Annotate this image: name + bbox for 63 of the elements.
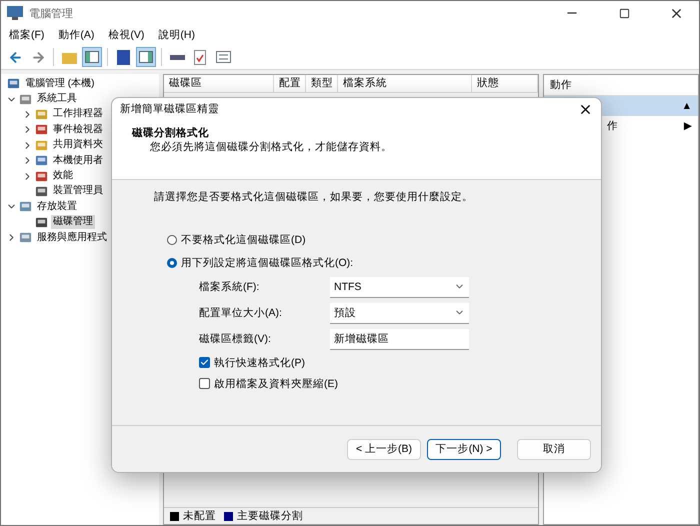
column-header[interactable]: 檔案系統: [338, 75, 472, 92]
dropdown[interactable]: 預設: [330, 302, 469, 324]
tree-node-icon: [35, 170, 48, 183]
dropdown[interactable]: NTFS: [330, 276, 469, 298]
dialog-button[interactable]: < 上一步(B): [347, 438, 421, 460]
tree-node-icon: [35, 108, 48, 121]
maximize-icon[interactable]: [618, 8, 630, 18]
tree-item[interactable]: 磁碟管理: [51, 215, 95, 230]
tree-node-icon: [35, 138, 48, 152]
radio-label: 用下列設定將這個磁碟區格式化(O):: [181, 256, 354, 270]
menu-item[interactable]: 檢視(V): [104, 28, 154, 42]
page-subtitle: 您必須先將這個磁碟分割格式化，才能儲存資料。: [149, 140, 393, 154]
radio-label: 不要格式化這個磁碟區(D): [181, 232, 306, 246]
document-check-icon[interactable]: [194, 50, 206, 64]
field-label: 磁碟區標籤(V):: [199, 332, 272, 346]
menu-item[interactable]: 說明(H): [154, 28, 205, 42]
checkbox[interactable]: [199, 357, 210, 368]
menu-item[interactable]: 檔案(F): [5, 28, 54, 42]
column-header[interactable]: 配置: [274, 75, 306, 92]
field-label: 檔案系統(F):: [199, 280, 260, 294]
tree-pane-icon[interactable]: [85, 51, 99, 63]
tree-item[interactable]: 工作排程器: [51, 107, 105, 122]
page-heading: 磁碟分割格式化: [132, 126, 210, 140]
dialog-button[interactable]: 取消: [517, 438, 591, 460]
tree-item[interactable]: 存放裝置: [35, 200, 79, 214]
menu-item[interactable]: 動作(A): [54, 28, 104, 42]
tree-item[interactable]: 共用資料夾: [51, 138, 105, 152]
tree-node-icon: [35, 216, 48, 229]
list-icon[interactable]: [216, 51, 230, 63]
legend-label: 未配置: [183, 509, 216, 523]
checkbox-label: 啟用檔案及資料夾壓縮(E): [214, 376, 338, 390]
tree-item[interactable]: 裝置管理員: [51, 184, 105, 198]
tree-node-icon: [19, 200, 32, 214]
tree-node-icon: [35, 123, 48, 136]
toolbar-button[interactable]: [136, 47, 156, 67]
checkbox[interactable]: [199, 378, 210, 389]
tree-node-icon: [35, 184, 48, 198]
tree-node-icon: [35, 154, 48, 168]
tree-item[interactable]: 電腦管理 (本機): [23, 76, 96, 91]
field-label: 配置單位大小(A):: [199, 306, 283, 320]
tree-item[interactable]: 服務與應用程式: [35, 230, 109, 245]
column-header[interactable]: 狀態: [472, 75, 538, 92]
input-field[interactable]: 新增磁碟區: [330, 328, 469, 350]
radio-button[interactable]: [167, 234, 177, 244]
dialog-title: 新增簡單磁碟區精靈: [120, 102, 219, 116]
computer-icon: [7, 6, 23, 20]
tree-node-icon: [19, 92, 32, 106]
tree-item[interactable]: 效能: [51, 169, 75, 184]
tree-item[interactable]: 本機使用者: [51, 154, 105, 168]
column-header[interactable]: 類型: [306, 75, 338, 92]
tree-node-icon: [19, 231, 32, 244]
radio-button[interactable]: [167, 258, 177, 268]
legend-label: 主要磁碟分割: [237, 509, 303, 523]
tree-item[interactable]: 系統工具: [35, 92, 79, 106]
window-title: 電腦管理: [29, 6, 74, 20]
tree-item[interactable]: 事件檢視器: [51, 122, 105, 137]
dialog-button[interactable]: 下一步(N) >: [427, 438, 501, 460]
prompt-text: 請選擇您是否要格式化這個磁碟區，如果要，您要使用什麼設定。: [154, 190, 474, 204]
action-pane-icon[interactable]: [139, 51, 153, 63]
toolbar-button[interactable]: [82, 47, 102, 67]
checkbox-label: 執行快速格式化(P): [214, 356, 305, 370]
column-header[interactable]: 磁碟區: [164, 75, 274, 92]
tree-node-icon: [7, 77, 20, 90]
